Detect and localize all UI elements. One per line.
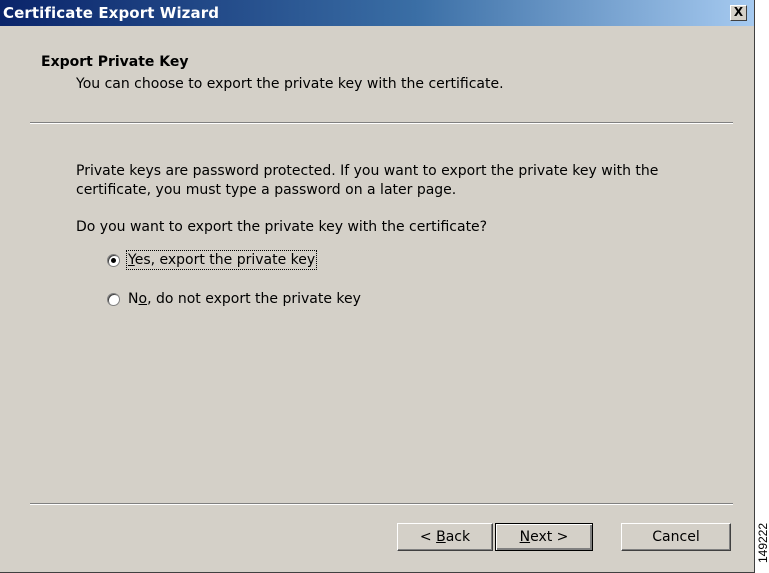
header-divider <box>30 122 733 124</box>
close-icon: X <box>733 5 744 19</box>
radio-no-label[interactable]: No, do not export the private key <box>128 291 361 307</box>
certificate-export-wizard-dialog: Certificate Export Wizard X Export Priva… <box>0 0 755 573</box>
next-button[interactable]: Next > <box>495 523 593 551</box>
back-button[interactable]: < Back <box>397 523 493 551</box>
info-paragraph-line-1: Private keys are password protected. If … <box>76 163 659 179</box>
radio-yes-export[interactable]: Yes, export the private key <box>107 250 318 270</box>
figure-number: 149222 <box>755 522 769 564</box>
radio-dot-icon <box>111 257 116 263</box>
info-paragraph: Private keys are password protected. If … <box>76 162 658 200</box>
cancel-button[interactable]: Cancel <box>621 523 731 551</box>
window-title: Certificate Export Wizard <box>3 4 220 22</box>
title-bar[interactable]: Certificate Export Wizard X <box>0 0 754 26</box>
info-paragraph-line-2: certificate, you must type a password on… <box>76 182 457 198</box>
footer-divider <box>30 503 733 505</box>
radio-button-selected[interactable] <box>107 253 120 267</box>
page-title: Export Private Key <box>41 54 189 70</box>
close-button[interactable]: X <box>730 5 747 21</box>
export-question: Do you want to export the private key wi… <box>76 219 488 235</box>
radio-yes-label[interactable]: Yes, export the private key <box>125 250 318 270</box>
page-subtitle: You can choose to export the private key… <box>76 76 504 92</box>
radio-button-unselected[interactable] <box>107 292 120 306</box>
radio-no-export[interactable]: No, do not export the private key <box>107 289 361 309</box>
